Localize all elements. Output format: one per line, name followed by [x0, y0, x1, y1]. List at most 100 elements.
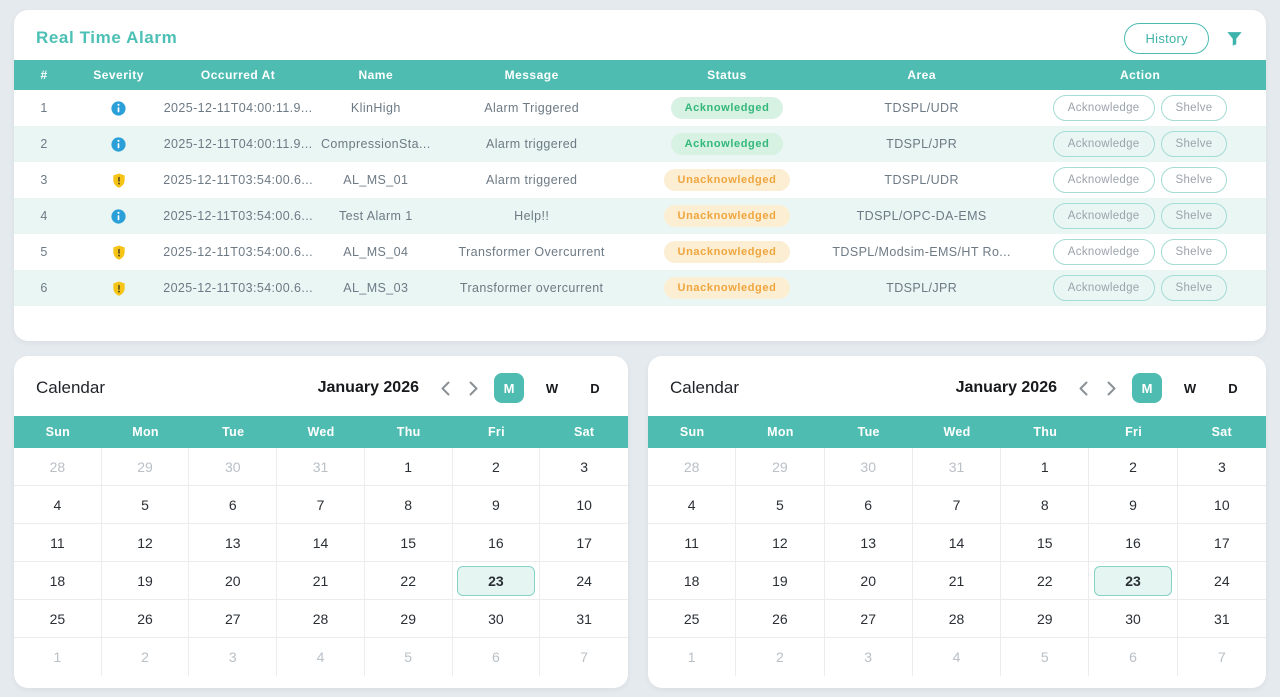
- view-month-button[interactable]: M: [1132, 373, 1162, 403]
- calendar-day[interactable]: 10: [540, 486, 628, 524]
- calendar-day[interactable]: 19: [736, 562, 824, 600]
- calendar-day[interactable]: 5: [736, 486, 824, 524]
- calendar-day[interactable]: 31: [913, 448, 1001, 486]
- calendar-day[interactable]: 27: [825, 600, 913, 638]
- chevron-right-icon[interactable]: [1104, 378, 1119, 399]
- calendar-day[interactable]: 4: [648, 486, 736, 524]
- calendar-day[interactable]: 12: [736, 524, 824, 562]
- calendar-day[interactable]: 28: [648, 448, 736, 486]
- calendar-day[interactable]: 3: [1178, 448, 1266, 486]
- calendar-day[interactable]: 31: [277, 448, 365, 486]
- calendar-day[interactable]: 2: [736, 638, 824, 676]
- calendar-day[interactable]: 28: [14, 448, 102, 486]
- calendar-day[interactable]: 18: [14, 562, 102, 600]
- calendar-day[interactable]: 7: [277, 486, 365, 524]
- calendar-day[interactable]: 14: [277, 524, 365, 562]
- calendar-day[interactable]: 4: [913, 638, 1001, 676]
- calendar-day[interactable]: 10: [1178, 486, 1266, 524]
- calendar-day[interactable]: 6: [825, 486, 913, 524]
- calendar-day[interactable]: 11: [648, 524, 736, 562]
- calendar-day[interactable]: 8: [365, 486, 453, 524]
- calendar-day[interactable]: 1: [14, 638, 102, 676]
- shelve-button[interactable]: Shelve: [1161, 131, 1228, 157]
- calendar-day[interactable]: 28: [277, 600, 365, 638]
- calendar-day[interactable]: 6: [1089, 638, 1177, 676]
- calendar-day[interactable]: 28: [913, 600, 1001, 638]
- calendar-day[interactable]: 23: [453, 562, 541, 600]
- view-month-button[interactable]: M: [494, 373, 524, 403]
- calendar-day[interactable]: 7: [1178, 638, 1266, 676]
- chevron-right-icon[interactable]: [466, 378, 481, 399]
- calendar-day[interactable]: 30: [1089, 600, 1177, 638]
- calendar-day[interactable]: 21: [277, 562, 365, 600]
- calendar-day[interactable]: 7: [913, 486, 1001, 524]
- calendar-day[interactable]: 13: [825, 524, 913, 562]
- shelve-button[interactable]: Shelve: [1161, 167, 1228, 193]
- calendar-day[interactable]: 9: [453, 486, 541, 524]
- calendar-day[interactable]: 1: [365, 448, 453, 486]
- calendar-day[interactable]: 25: [648, 600, 736, 638]
- acknowledge-button[interactable]: Acknowledge: [1053, 131, 1155, 157]
- calendar-day[interactable]: 7: [540, 638, 628, 676]
- calendar-day[interactable]: 2: [1089, 448, 1177, 486]
- calendar-day[interactable]: 1: [648, 638, 736, 676]
- calendar-day[interactable]: 31: [540, 600, 628, 638]
- calendar-day[interactable]: 24: [540, 562, 628, 600]
- calendar-day[interactable]: 22: [365, 562, 453, 600]
- calendar-day[interactable]: 15: [1001, 524, 1089, 562]
- calendar-day[interactable]: 31: [1178, 600, 1266, 638]
- acknowledge-button[interactable]: Acknowledge: [1053, 203, 1155, 229]
- chevron-left-icon[interactable]: [438, 378, 453, 399]
- calendar-day[interactable]: 17: [540, 524, 628, 562]
- acknowledge-button[interactable]: Acknowledge: [1053, 239, 1155, 265]
- calendar-day[interactable]: 14: [913, 524, 1001, 562]
- calendar-day[interactable]: 1: [1001, 448, 1089, 486]
- calendar-day[interactable]: 29: [102, 448, 190, 486]
- shelve-button[interactable]: Shelve: [1161, 95, 1228, 121]
- calendar-day[interactable]: 15: [365, 524, 453, 562]
- chevron-left-icon[interactable]: [1076, 378, 1091, 399]
- calendar-day[interactable]: 3: [825, 638, 913, 676]
- calendar-day[interactable]: 25: [14, 600, 102, 638]
- calendar-day[interactable]: 18: [648, 562, 736, 600]
- calendar-day[interactable]: 27: [189, 600, 277, 638]
- shelve-button[interactable]: Shelve: [1161, 275, 1228, 301]
- calendar-day[interactable]: 8: [1001, 486, 1089, 524]
- calendar-day[interactable]: 23: [1089, 562, 1177, 600]
- calendar-day[interactable]: 5: [365, 638, 453, 676]
- acknowledge-button[interactable]: Acknowledge: [1053, 167, 1155, 193]
- calendar-day[interactable]: 16: [1089, 524, 1177, 562]
- calendar-day[interactable]: 3: [540, 448, 628, 486]
- calendar-day[interactable]: 17: [1178, 524, 1266, 562]
- calendar-day[interactable]: 20: [825, 562, 913, 600]
- calendar-day[interactable]: 21: [913, 562, 1001, 600]
- calendar-day[interactable]: 30: [825, 448, 913, 486]
- view-day-button[interactable]: D: [1218, 373, 1248, 403]
- calendar-day[interactable]: 13: [189, 524, 277, 562]
- calendar-day[interactable]: 24: [1178, 562, 1266, 600]
- calendar-day[interactable]: 29: [1001, 600, 1089, 638]
- calendar-day[interactable]: 20: [189, 562, 277, 600]
- calendar-day[interactable]: 4: [14, 486, 102, 524]
- history-button[interactable]: History: [1124, 23, 1209, 54]
- calendar-day[interactable]: 11: [14, 524, 102, 562]
- acknowledge-button[interactable]: Acknowledge: [1053, 275, 1155, 301]
- view-week-button[interactable]: W: [1175, 373, 1205, 403]
- calendar-day[interactable]: 29: [365, 600, 453, 638]
- calendar-day[interactable]: 6: [453, 638, 541, 676]
- filter-icon[interactable]: [1225, 29, 1244, 48]
- calendar-day[interactable]: 9: [1089, 486, 1177, 524]
- calendar-day[interactable]: 22: [1001, 562, 1089, 600]
- calendar-day[interactable]: 16: [453, 524, 541, 562]
- calendar-day[interactable]: 5: [1001, 638, 1089, 676]
- calendar-day[interactable]: 4: [277, 638, 365, 676]
- calendar-day[interactable]: 5: [102, 486, 190, 524]
- calendar-day[interactable]: 26: [736, 600, 824, 638]
- calendar-day[interactable]: 30: [189, 448, 277, 486]
- shelve-button[interactable]: Shelve: [1161, 239, 1228, 265]
- acknowledge-button[interactable]: Acknowledge: [1053, 95, 1155, 121]
- calendar-day[interactable]: 26: [102, 600, 190, 638]
- calendar-day[interactable]: 6: [189, 486, 277, 524]
- view-day-button[interactable]: D: [580, 373, 610, 403]
- shelve-button[interactable]: Shelve: [1161, 203, 1228, 229]
